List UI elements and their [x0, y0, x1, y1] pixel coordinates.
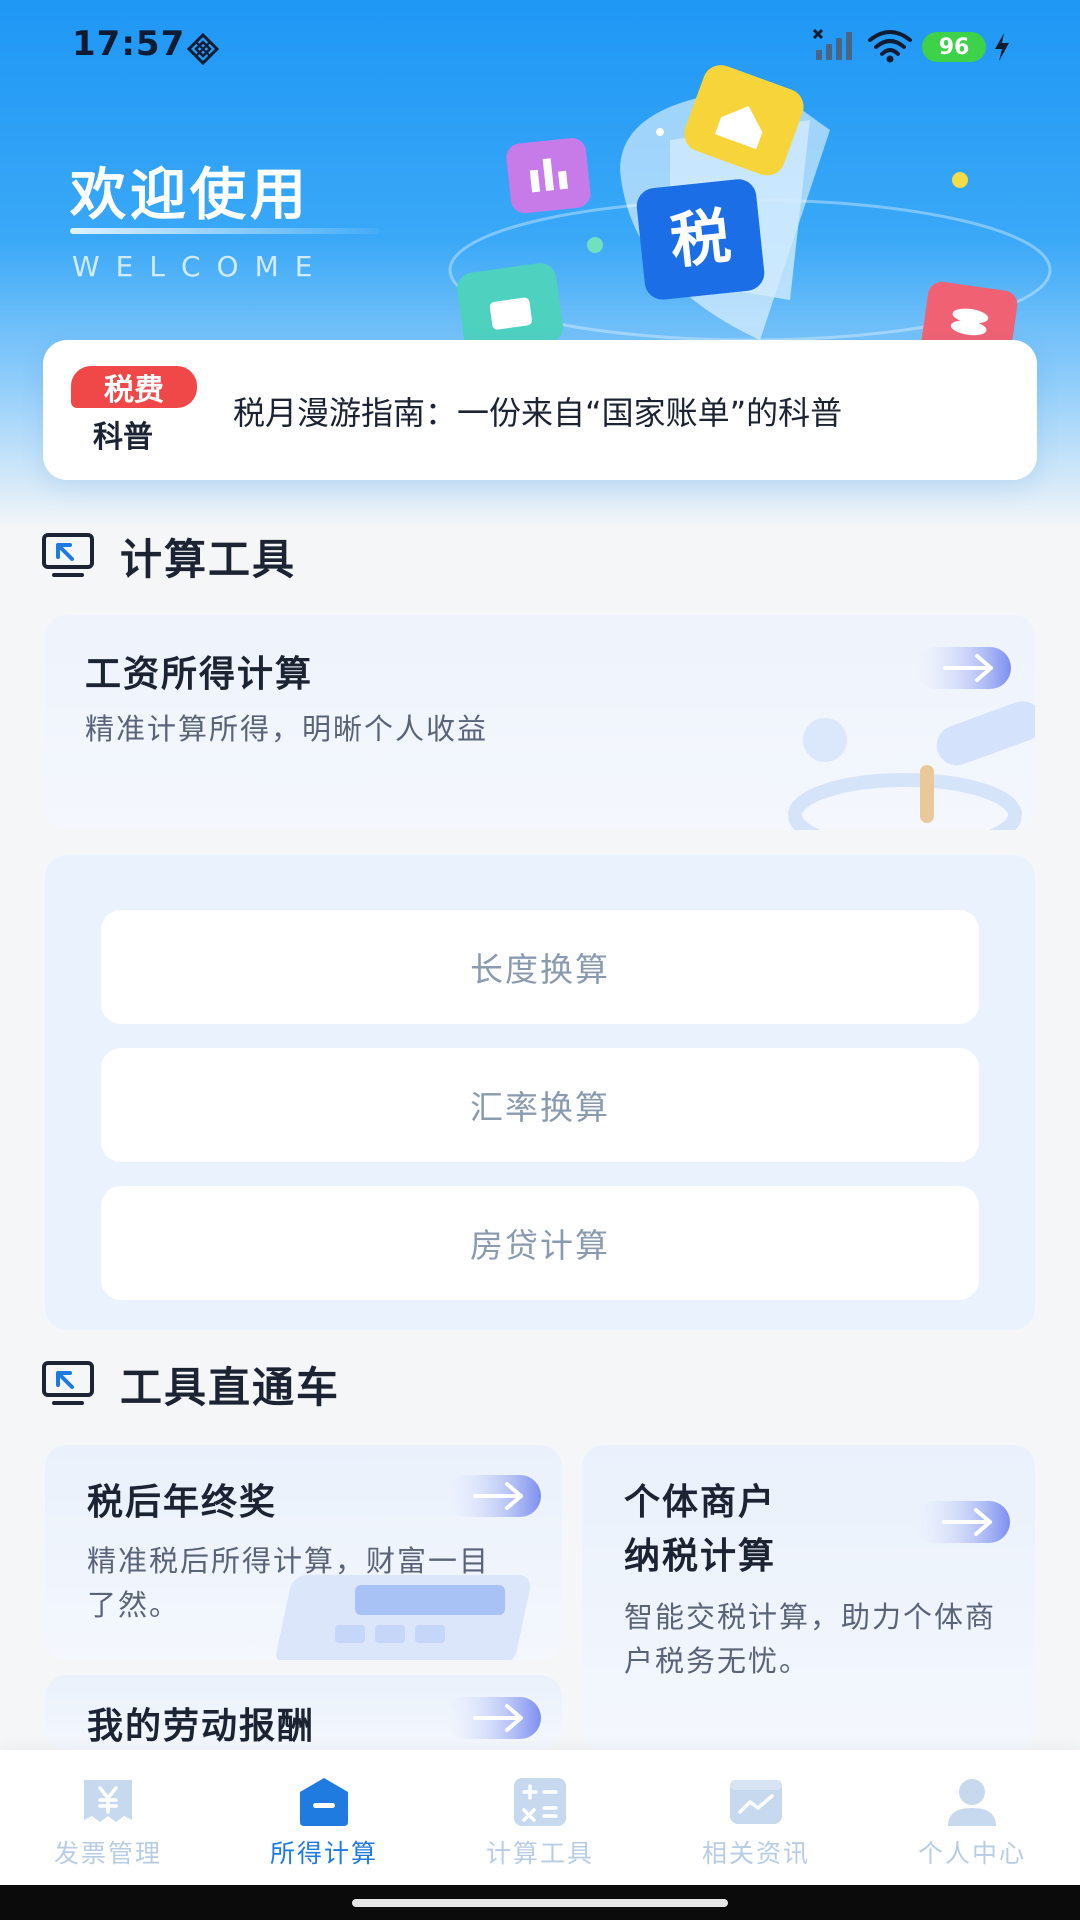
tool-button-panel: 长度换算 汇率换算 房贷计算	[45, 855, 1035, 1330]
notice-text: 税月漫游指南：一份来自“国家账单”的科普	[233, 394, 843, 432]
exchange-rate-button[interactable]: 汇率换算	[101, 1048, 979, 1162]
tab-invoice[interactable]: 发票管理	[0, 1750, 216, 1885]
calculator-icon	[514, 1778, 566, 1826]
welcome-title: 欢迎使用	[70, 163, 310, 228]
home-indicator[interactable]	[352, 1899, 728, 1907]
business-card-desc: 智能交税计算，助力个体商户税务无忧。	[624, 1600, 997, 1678]
monitor-icon	[42, 533, 94, 577]
welcome-underline	[70, 228, 380, 234]
invoice-icon	[84, 1780, 132, 1822]
business-card-title-line1: 个体商户	[624, 1482, 777, 1523]
section-header-direct: 工具直通车	[42, 1356, 340, 1412]
business-card-title-line2: 纳税计算	[624, 1536, 777, 1577]
tax-tile: 税	[636, 179, 765, 300]
tab-label: 相关资讯	[701, 1839, 810, 1868]
individual-business-tax-card[interactable]: 个体商户 纳税计算 智能交税计算，助力个体商户税务无忧。	[582, 1445, 1035, 1750]
notice-badge: 税费 科普	[71, 366, 201, 458]
calculator-illustration	[276, 1575, 531, 1660]
tab-profile[interactable]: 个人中心	[864, 1750, 1080, 1885]
tax-tile-label: 税	[667, 201, 734, 277]
screen: 17:57 96 欢迎使用 WELCOME 税 税费 科普 税月漫游指南：一份来…	[0, 0, 1080, 1920]
tab-label: 发票管理	[53, 1839, 162, 1868]
tax-notice-banner[interactable]: 税费 科普 税月漫游指南：一份来自“国家账单”的科普	[43, 340, 1037, 480]
arrow-right-icon[interactable]	[445, 1475, 541, 1517]
section-title: 计算工具	[120, 534, 297, 584]
salary-calc-card[interactable]: 工资所得计算 精准计算所得，明晰个人收益	[45, 615, 1035, 830]
monitor-icon	[42, 1361, 94, 1405]
arrow-right-icon[interactable]	[445, 1697, 541, 1739]
length-convert-button[interactable]: 长度换算	[101, 910, 979, 1024]
badge-bottom-label: 科普	[93, 420, 153, 455]
mortgage-calc-button[interactable]: 房贷计算	[101, 1186, 979, 1300]
nfc-grid-icon	[186, 32, 220, 66]
salary-card-title: 工资所得计算	[85, 654, 314, 695]
system-navigation-bar	[0, 1885, 1080, 1920]
user-icon	[948, 1779, 996, 1826]
welcome-subtitle: WELCOME	[72, 250, 329, 283]
chart-tile-icon	[506, 138, 591, 214]
arrow-right-icon[interactable]	[915, 647, 1011, 689]
tax-illustration: 税	[448, 65, 1052, 360]
income-icon	[300, 1778, 348, 1826]
bonus-card-title: 税后年终奖	[87, 1482, 278, 1523]
year-end-bonus-card[interactable]: 税后年终奖 精准税后所得计算，财富一目了然。	[45, 1445, 562, 1660]
section-title: 工具直通车	[120, 1362, 341, 1412]
badge-top-label: 税费	[71, 366, 197, 408]
section-header-calc-tools: 计算工具	[42, 528, 296, 584]
salary-card-desc: 精准计算所得，明晰个人收益	[85, 712, 489, 746]
tab-income[interactable]: 所得计算	[216, 1750, 432, 1885]
tab-label: 计算工具	[485, 1839, 594, 1868]
magnifier-illustration	[788, 701, 1035, 830]
tab-label: 个人中心	[917, 1839, 1026, 1868]
tab-calc-tools[interactable]: 计算工具	[432, 1750, 648, 1885]
labor-remuneration-card[interactable]: 我的劳动报酬	[45, 1675, 562, 1750]
tab-label: 所得计算	[269, 1839, 378, 1868]
status-time: 17:57	[72, 24, 186, 64]
tab-news[interactable]: 相关资讯	[648, 1750, 864, 1885]
arrow-right-icon[interactable]	[914, 1501, 1010, 1543]
bottom-tab-bar: 发票管理 所得计算 计算工具 相关资讯 个人中心	[0, 1750, 1080, 1885]
labor-card-title: 我的劳动报酬	[87, 1706, 316, 1747]
news-icon	[730, 1780, 782, 1824]
